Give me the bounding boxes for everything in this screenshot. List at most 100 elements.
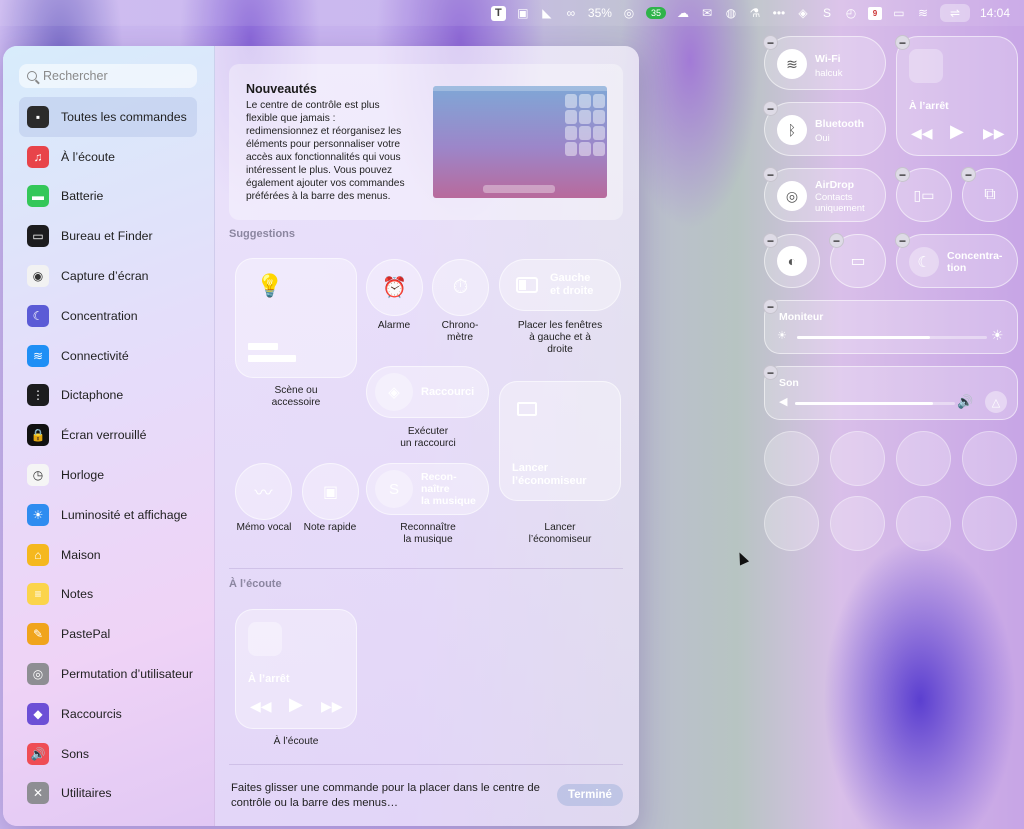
media-forward-icon[interactable]: ▶▶ — [983, 125, 1005, 142]
more-menu-icon[interactable]: ••• — [772, 5, 786, 21]
stats-menu-icon[interactable]: ◣ — [540, 5, 554, 21]
sidebar-item[interactable]: ▬ Batterie — [19, 177, 197, 217]
sidebar-item[interactable]: ⌂ Maison — [19, 535, 197, 575]
cloud-check-icon[interactable]: ☁ — [676, 5, 690, 21]
empty-slot[interactable] — [962, 431, 1017, 486]
sidebar-item[interactable]: ◆ Raccourcis — [19, 694, 197, 734]
voice-memo-tile[interactable]: 〰 — [235, 463, 292, 520]
sidebar-item-label: Raccourcis — [61, 706, 122, 721]
quick-note-tile[interactable]: ▣ — [302, 463, 359, 520]
stage-manager-icon: ▯▭ — [913, 186, 935, 203]
stopwatch-tile[interactable]: ⏱ — [432, 259, 489, 316]
sidebar-item[interactable]: 🔒 Écran verrouillé — [19, 415, 197, 455]
recognize-music-label: Reconnaître la musique — [400, 522, 456, 545]
now-playing-status: À l’arrêt — [248, 673, 290, 685]
quick-note-label: Note rapide — [303, 522, 357, 533]
airplay-icon[interactable]: △ — [985, 391, 1007, 413]
sidebar-item[interactable]: ☾ Concentration — [19, 296, 197, 336]
battery-menu-icon[interactable]: ▭ — [892, 5, 906, 21]
search-field[interactable] — [19, 64, 197, 88]
media-play-icon[interactable]: ▶ — [950, 121, 964, 142]
display-module[interactable]: Moniteur ☀ ☀ — [764, 300, 1018, 354]
sidebar-item[interactable]: ✕ Utilitaires — [19, 774, 197, 814]
sidebar-item[interactable]: ⋮ Dictaphone — [19, 376, 197, 416]
focus-module[interactable]: ☾ Concentra- tion — [896, 234, 1018, 288]
wifi-menu-icon[interactable]: ≋ — [916, 5, 930, 21]
menu-clock[interactable]: 14:04 — [980, 5, 1010, 21]
remove-media-button[interactable]: − — [895, 35, 910, 50]
play-icon[interactable]: ▶ — [289, 694, 303, 715]
sidebar-item[interactable]: ☀ Luminosité et affichage — [19, 495, 197, 535]
done-button[interactable]: Terminé — [557, 784, 623, 806]
mail-menu-icon[interactable]: ✉ — [700, 5, 714, 21]
empty-slot[interactable] — [764, 496, 819, 551]
sidebar-item[interactable]: ✎ PastePal — [19, 614, 197, 654]
flask-menu-icon[interactable]: ⚗ — [748, 5, 762, 21]
calendar-menu-icon[interactable]: 9 — [867, 6, 882, 20]
d-menu-icon[interactable]: ▣ — [516, 5, 530, 21]
empty-slot[interactable] — [764, 431, 819, 486]
bluetooth-module[interactable]: ᛒ Bluetooth Oui — [764, 102, 886, 156]
shortcut-tile-text: Raccourci — [421, 385, 475, 398]
t-menu-icon[interactable]: T — [490, 5, 506, 21]
volume-high-icon: 🔊 — [957, 394, 974, 409]
now-playing-section-title: À l’écoute — [229, 578, 282, 590]
sidebar-item-label: Capture d’écran — [61, 269, 149, 284]
left-right-tile[interactable]: Gauche et droite — [499, 259, 621, 311]
sidebar-item-label: Horloge — [61, 468, 105, 483]
media-module[interactable]: À l’arrêt ◀◀ ▶ ▶▶ — [896, 36, 1018, 156]
history-menu-icon[interactable]: ◴ — [844, 5, 858, 21]
media-rewind-icon[interactable]: ◀◀ — [911, 125, 933, 142]
empty-slot[interactable] — [896, 496, 951, 551]
empty-slot[interactable] — [896, 431, 951, 486]
remove-bluetooth-button[interactable]: − — [763, 101, 778, 116]
status-badge[interactable]: 35 — [645, 7, 666, 19]
sidebar-item[interactable]: ◉ Capture d’écran — [19, 256, 197, 296]
compass-menu-icon[interactable]: ◎ — [622, 5, 636, 21]
scene-tile[interactable]: 💡 — [235, 258, 357, 378]
sidebar-item[interactable]: ≋ Connectivité — [19, 336, 197, 376]
screensaver-tile-text: Lancer l’économiseur — [512, 462, 587, 487]
sidebar-item[interactable]: ◎ Permutation d’utilisateur — [19, 654, 197, 694]
sidebar-item[interactable]: ◷ Horloge — [19, 455, 197, 495]
s-menu-icon[interactable]: S — [820, 5, 834, 21]
rewind-icon[interactable]: ◀◀ — [250, 698, 272, 715]
remove-stage-manager-button[interactable]: − — [895, 167, 910, 182]
remove-wallet-button[interactable]: − — [829, 233, 844, 248]
wifi-module[interactable]: ≋ Wi-Fi halcuk — [764, 36, 886, 90]
control-center-icon[interactable]: ⇌ — [939, 4, 970, 22]
sidebar-item[interactable]: ▪ Toutes les commandes — [19, 97, 197, 137]
remove-wifi-button[interactable]: − — [763, 35, 778, 50]
vpn-menu-icon[interactable]: ◍ — [724, 5, 738, 21]
sidebar-item[interactable]: 🔊 Sons — [19, 734, 197, 774]
remove-focus-button[interactable]: − — [895, 233, 910, 248]
empty-slot[interactable] — [830, 496, 885, 551]
remove-sound-button[interactable]: − — [763, 365, 778, 380]
sidebar-item[interactable]: ▭ Bureau et Finder — [19, 216, 197, 256]
screensaver-tile[interactable]: Lancer l’économiseur — [499, 381, 621, 501]
remove-airdrop-button[interactable]: − — [763, 167, 778, 182]
sidebar-item-label: Batterie — [61, 189, 104, 204]
sidebar-item-label: Maison — [61, 547, 101, 562]
alarm-tile[interactable]: ⏰ — [366, 259, 423, 316]
lightbulb-icon: 💡 — [256, 273, 284, 298]
infinity-menu-icon[interactable]: ∞ — [564, 5, 578, 21]
sidebar-item[interactable]: ♫ À l’écoute — [19, 137, 197, 177]
remove-dark-mode-button[interactable]: − — [763, 233, 778, 248]
empty-slot[interactable] — [830, 431, 885, 486]
shortcut-tile[interactable]: ◈ Raccourci — [366, 366, 489, 418]
fast-forward-icon[interactable]: ▶▶ — [321, 698, 343, 715]
battery-icon: ▬ — [27, 185, 49, 208]
diamond-menu-icon[interactable]: ◈ — [796, 5, 810, 21]
remove-display-button[interactable]: − — [763, 299, 778, 314]
remove-screen-mirroring-button[interactable]: − — [961, 167, 976, 182]
sound-module[interactable]: Son ◀ 🔊 △ — [764, 366, 1018, 420]
empty-slot[interactable] — [962, 496, 1017, 551]
sidebar-item[interactable]: ≡ Notes — [19, 575, 197, 615]
recognize-music-tile[interactable]: S Recon- naître la musique — [366, 463, 489, 515]
battery-percent[interactable]: 35% — [588, 5, 612, 21]
airdrop-module[interactable]: ◎ AirDrop Contacts uniquement — [764, 168, 886, 222]
brightness-high-icon: ☀ — [991, 327, 1004, 343]
now-playing-tile[interactable]: À l’arrêt ◀◀ ▶ ▶▶ — [235, 609, 357, 729]
search-input[interactable] — [43, 69, 183, 83]
